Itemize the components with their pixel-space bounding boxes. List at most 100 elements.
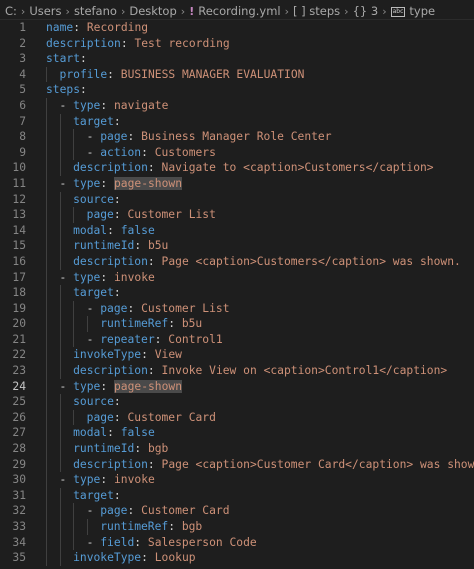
code-text: invokeType: View: [73, 347, 182, 363]
yaml-colon: :: [107, 223, 114, 237]
indent-guide: [46, 160, 47, 176]
code-line[interactable]: 22 invokeType: View: [0, 347, 474, 364]
yaml-value: Customer Card: [127, 410, 216, 424]
code-line[interactable]: 23 description: Invoke View on <caption>C…: [0, 363, 474, 379]
code-line[interactable]: 25 source:: [0, 394, 474, 410]
code-line[interactable]: 17 - type: invoke: [0, 269, 474, 286]
code-line[interactable]: 12 source:: [0, 191, 474, 208]
code-line[interactable]: 20 runtimeRef: b5u: [0, 316, 474, 332]
list-dash: -: [86, 130, 101, 144]
code-line[interactable]: 16 description: Page <caption>Customers</…: [0, 253, 474, 270]
code-line[interactable]: 19 - page: Customer List: [0, 300, 474, 317]
code-line[interactable]: 5 steps:: [0, 82, 474, 98]
code-line[interactable]: 4 profile: BUSINESS MANAGER EVALUATION: [0, 66, 474, 83]
code-line[interactable]: 30 - type: invoke: [0, 472, 474, 488]
breadcrumb-item-6[interactable]: {} 3: [353, 4, 379, 18]
code-line[interactable]: 13 page: Customer List: [0, 207, 474, 223]
code-line[interactable]: 15 runtimeId: b5u: [0, 238, 474, 254]
indent-guide: [46, 503, 47, 519]
line-number: 13: [12, 208, 26, 222]
yaml-colon: :: [100, 473, 108, 487]
code-line[interactable]: 33 runtimeRef: bgb: [0, 519, 474, 535]
yaml-key: profile: [59, 67, 108, 81]
breadcrumb-item-5[interactable]: [ ] steps: [293, 4, 340, 18]
code-text: description: Page <caption>Customer Card…: [73, 457, 474, 473]
breadcrumb-label: [ ] steps: [293, 4, 341, 18]
yaml-value: Page <caption>Customer Card</caption> wa…: [161, 457, 474, 471]
indent-guide: [46, 222, 47, 239]
code-text: steps:: [46, 82, 87, 98]
yaml-value: invoke: [114, 270, 155, 284]
line-number: 14: [12, 223, 26, 237]
breadcrumb-label: {} 3: [352, 4, 379, 18]
code-line[interactable]: 27 modal: false: [0, 425, 474, 442]
breadcrumb-item-7[interactable]: abc type: [390, 4, 436, 18]
code-line[interactable]: 3 start:: [0, 51, 474, 67]
code-line[interactable]: 34 - field: Salesperson Code: [0, 534, 474, 551]
code-editor[interactable]: 1 name: Recording 2 description: Test recor…: [0, 20, 474, 566]
code-line[interactable]: 11 - type: page-shown: [0, 175, 474, 192]
code-line[interactable]: 32 - page: Customer Card: [0, 503, 474, 519]
list-dash: -: [86, 145, 101, 159]
breadcrumb-item-2[interactable]: stefano: [74, 4, 117, 18]
yaml-key: action: [100, 145, 142, 159]
yaml-colon: :: [147, 161, 155, 175]
code-line[interactable]: 31 target:: [0, 487, 474, 504]
code-line[interactable]: 7 target:: [0, 113, 474, 130]
code-line[interactable]: 24 - type: page-shown: [0, 378, 474, 395]
yaml-value: Customer Card: [141, 504, 230, 518]
line-number: 9: [19, 145, 26, 159]
code-line[interactable]: 1 name: Recording: [0, 20, 474, 36]
breadcrumb-item-4[interactable]: ! Recording.yml: [189, 4, 280, 18]
yaml-key: target: [73, 286, 114, 300]
yaml-key: name: [46, 21, 74, 34]
indent-guide: [73, 300, 75, 317]
code-line[interactable]: 6 - type: navigate: [0, 97, 474, 114]
yaml-value: Customer List: [141, 301, 230, 315]
code-text: runtimeId: b5u: [73, 238, 168, 254]
code-line[interactable]: 2 description: Test recording: [0, 36, 474, 52]
code-text: description: Navigate to <caption>Custom…: [73, 160, 434, 176]
code-text: name: Recording: [46, 20, 148, 36]
code-line[interactable]: 14 modal: false: [0, 222, 474, 239]
line-number: 1: [19, 21, 26, 34]
list-dash: -: [59, 379, 74, 393]
code-text: description: Test recording: [46, 36, 230, 52]
line-number: 31: [12, 488, 26, 502]
yaml-key: source: [73, 192, 114, 206]
code-line[interactable]: 10 description: Navigate to <caption>Cust…: [0, 160, 474, 176]
line-number: 4: [19, 67, 26, 81]
list-dash: -: [86, 504, 101, 518]
indent-guide: [59, 534, 61, 551]
indent-guide: [46, 113, 47, 130]
indent-guide: [46, 144, 47, 161]
code-line[interactable]: 28 runtimeId: bgb: [0, 441, 474, 457]
indent-guide: [46, 409, 47, 426]
breadcrumb-item-3[interactable]: Desktop: [129, 4, 176, 18]
yaml-value: Customer List: [127, 208, 216, 222]
yaml-colon: :: [147, 254, 155, 268]
line-number: 22: [12, 348, 26, 362]
breadcrumb-label: C:: [5, 4, 17, 18]
code-text: runtimeRef: bgb: [100, 519, 202, 535]
code-line[interactable]: 9 - action: Customers: [0, 144, 474, 161]
code-line[interactable]: 29 description: Page <caption>Customer Ca…: [0, 456, 474, 473]
line-number: 16: [12, 254, 26, 268]
code-line[interactable]: 21 - repeater: Control1: [0, 331, 474, 348]
code-line[interactable]: 8 - page: Business Manager Role Center: [0, 129, 474, 145]
indent-guide: [73, 316, 75, 332]
yaml-colon: :: [168, 317, 176, 331]
indent-guide: [46, 456, 47, 473]
yaml-value: Test recording: [134, 36, 230, 50]
breadcrumb-item-0[interactable]: C:: [5, 4, 17, 18]
code-text: page: Customer Card: [87, 410, 216, 426]
breadcrumb-label: type: [409, 4, 436, 18]
code-line[interactable]: 26 page: Customer Card: [0, 409, 474, 426]
code-text: page: Customer List: [87, 207, 216, 223]
highlighted-value: page-shown: [114, 176, 183, 190]
yaml-value: b5u: [147, 239, 169, 253]
code-line[interactable]: 18 target:: [0, 285, 474, 301]
code-line[interactable]: 35 invokeType: Lookup: [0, 550, 474, 566]
indent-guide: [59, 550, 61, 566]
breadcrumb-item-1[interactable]: Users: [29, 4, 61, 18]
